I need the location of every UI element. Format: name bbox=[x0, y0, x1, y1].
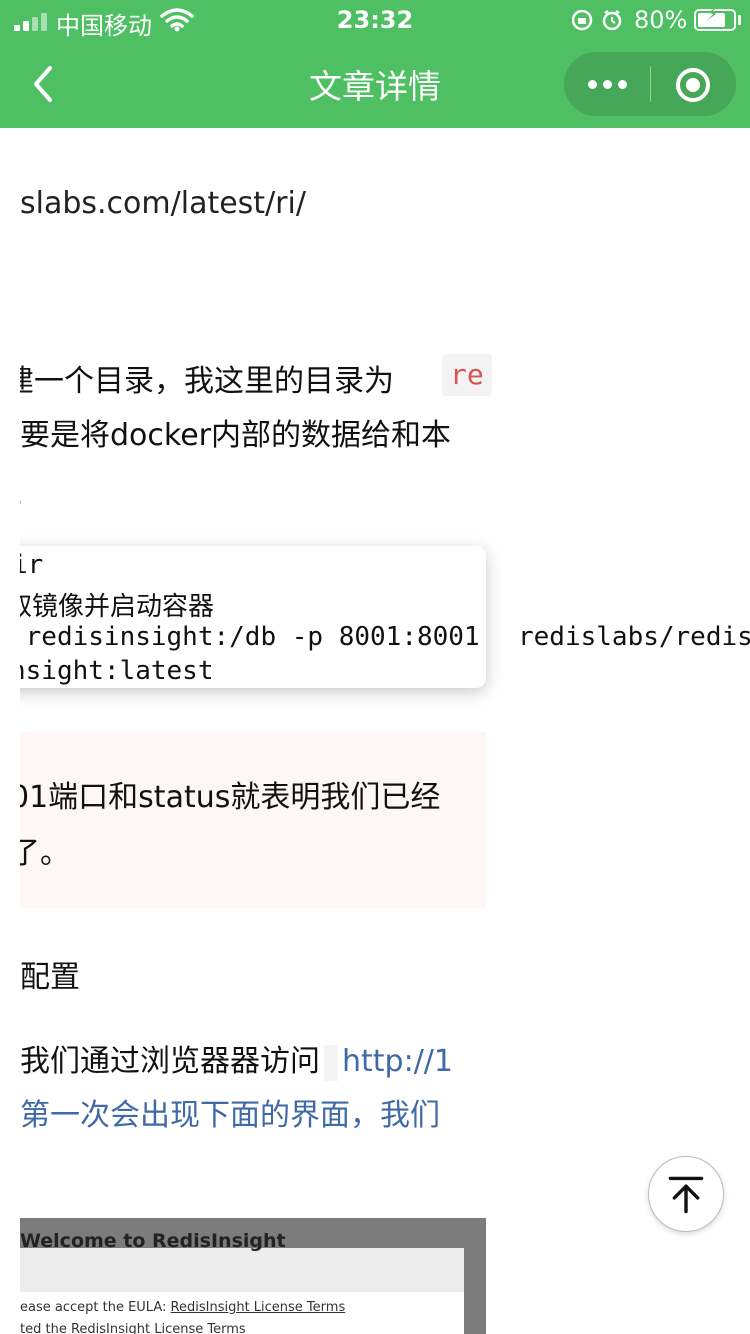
embed-eula-link: RedisInsight License Terms bbox=[170, 1300, 346, 1315]
status-icons bbox=[571, 8, 628, 38]
embed-eula-text: ease accept the EULA: RedisInsight Licen… bbox=[20, 1300, 346, 1315]
paragraph-line: 要是将docker内部的数据给和本 bbox=[20, 418, 451, 453]
more-dots-icon bbox=[588, 80, 597, 89]
arrow-up-to-top-icon bbox=[668, 1176, 704, 1214]
charging-bolt-icon: ⚡ bbox=[706, 4, 719, 25]
embed-line: ted the RedisInsight License Terms bbox=[20, 1322, 246, 1334]
header-bar: 中国移动 23:32 80% ⚡ 文章详情 bbox=[0, 0, 750, 128]
code-block[interactable]: ir 取镜像并启动容器 redisinsight:/db -p 8001:800… bbox=[0, 546, 486, 688]
embedded-screenshot: Welcome to RedisInsight ease accept the … bbox=[20, 1218, 486, 1334]
code-overflow-text: redislabs/redis bbox=[518, 622, 750, 652]
article-link[interactable]: 第一次会出现下面的界面，我们 bbox=[20, 1090, 440, 1134]
inline-code-gap bbox=[324, 1044, 338, 1081]
url-text: slabs.com/latest/ri/ bbox=[20, 186, 306, 221]
battery-percent: 80% bbox=[634, 6, 688, 34]
callout-box: 01端口和status就表明我们已经 了。 bbox=[10, 732, 486, 908]
paragraph-line: 建一个目录，我这里的目录为 bbox=[4, 364, 394, 399]
paragraph-text: 我们通过浏览器器访问 bbox=[20, 1044, 320, 1079]
section-heading: 配置 bbox=[20, 960, 80, 995]
more-button[interactable] bbox=[564, 52, 650, 116]
paragraph-line: 01端口和status就表明我们已经 bbox=[10, 780, 441, 815]
battery-cap bbox=[738, 15, 741, 25]
left-clip bbox=[0, 130, 20, 1334]
article-link[interactable]: http://1 bbox=[342, 1044, 453, 1079]
scroll-to-top-button[interactable] bbox=[648, 1156, 724, 1232]
lock-rotation-icon bbox=[571, 9, 622, 31]
code-line: redisinsight:/db -p 8001:8001 bbox=[10, 622, 480, 652]
embed-band bbox=[20, 1248, 464, 1292]
status-bar: 中国移动 23:32 80% ⚡ bbox=[0, 0, 750, 40]
code-line: nsight:latest bbox=[10, 656, 214, 686]
inline-code: re bbox=[442, 354, 492, 396]
paragraph-line: 我们通过浏览器器访问 http://1 bbox=[20, 1036, 453, 1081]
mini-program-capsule bbox=[564, 52, 736, 116]
close-button[interactable] bbox=[650, 52, 736, 116]
code-comment: 取镜像并启动容器 bbox=[6, 592, 215, 622]
embed-title: Welcome to RedisInsight bbox=[20, 1230, 286, 1252]
